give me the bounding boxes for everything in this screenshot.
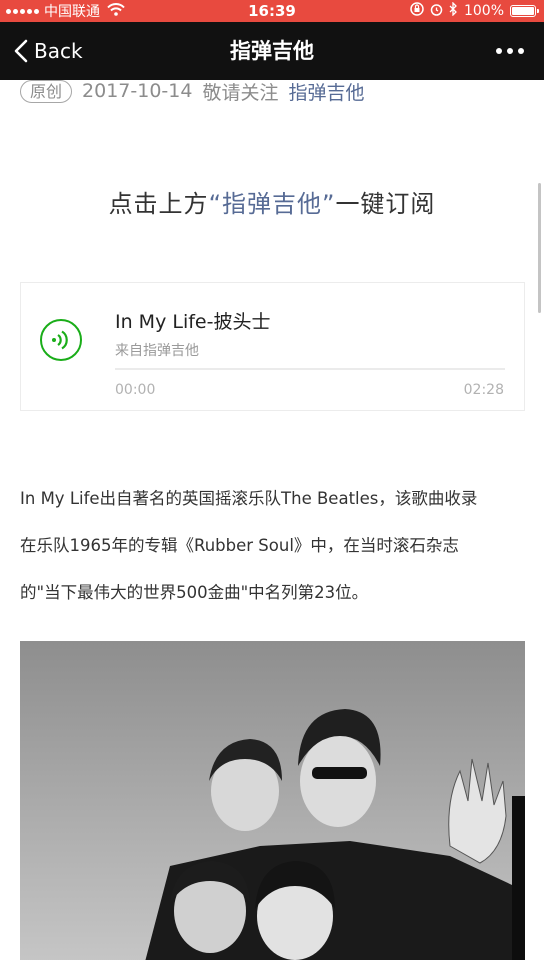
bluetooth-icon: [449, 1, 458, 20]
audio-duration: 02:28: [463, 382, 504, 398]
scrollbar[interactable]: [538, 183, 541, 313]
article-content: 原创 2017-10-14 敬请关注 指弹吉他 点击上方“指弹吉他”一键订阅 I…: [0, 80, 544, 960]
back-label: Back: [34, 39, 83, 63]
subscribe-open-quote: “: [208, 190, 222, 218]
account-link[interactable]: 指弹吉他: [288, 80, 364, 105]
author-name: 敬请关注: [202, 81, 279, 104]
orientation-lock-icon: [410, 2, 424, 20]
audio-current-time: 00:00: [115, 382, 156, 398]
band-photo: [20, 641, 525, 960]
status-bar: 中国联通 16:39 100%: [0, 0, 544, 22]
audio-title: In My Life-披头士: [115, 311, 271, 333]
original-tag: 原创: [20, 80, 73, 103]
audio-progress-bar[interactable]: [115, 368, 505, 370]
back-button[interactable]: Back: [14, 22, 83, 80]
audio-wave-icon: [52, 330, 68, 350]
navigation-bar: Back 指弹吉他: [0, 22, 544, 80]
paragraph-line: 在乐队1965年的专辑《Rubber Soul》中，在当时滚石杂志: [20, 536, 459, 555]
page-title: 指弹吉他: [230, 39, 314, 63]
alarm-icon: [430, 3, 443, 20]
audio-source: 来自指弹吉他: [115, 343, 199, 359]
play-button[interactable]: [40, 319, 82, 361]
audio-player[interactable]: In My Life-披头士 来自指弹吉他 00:00 02:28: [20, 282, 525, 411]
publish-date: 2017-10-14: [82, 80, 193, 102]
status-right: 100%: [410, 0, 539, 22]
subscribe-account-link[interactable]: 指弹吉他: [222, 190, 322, 218]
paragraph-line: 的"当下最伟大的世界500金曲"中名列第23位。: [20, 583, 369, 602]
battery-icon: [510, 5, 539, 17]
chevron-left-icon: [14, 39, 28, 63]
article-meta: 原创 2017-10-14 敬请关注 指弹吉他: [20, 80, 364, 104]
subscribe-close-quote: ”: [322, 190, 336, 218]
subscribe-prompt: 点击上方“指弹吉他”一键订阅: [0, 184, 544, 219]
article-paragraph: In My Life出自著名的英国摇滚乐队The Beatles，该歌曲收录 在…: [20, 475, 526, 616]
paragraph-line: In My Life出自著名的英国摇滚乐队The Beatles，该歌曲收录: [20, 489, 478, 508]
battery-percent: 100%: [463, 3, 504, 19]
subscribe-prefix: 点击上方: [108, 190, 209, 218]
more-dots-icon[interactable]: [496, 22, 524, 80]
subscribe-suffix: 一键订阅: [335, 190, 436, 218]
